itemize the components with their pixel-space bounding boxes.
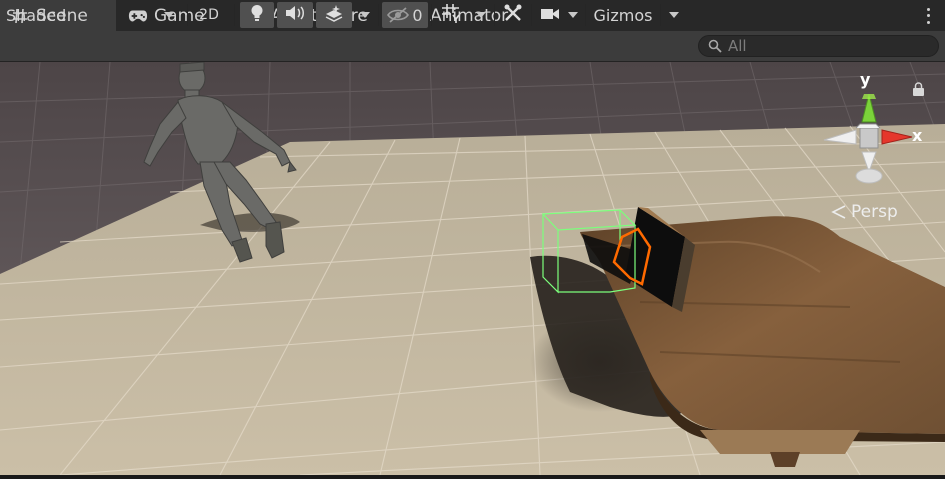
projection-label[interactable]: Persp bbox=[851, 202, 898, 222]
chevron-down-icon bbox=[360, 12, 370, 18]
chevron-down-icon bbox=[568, 12, 578, 18]
tools-toggle[interactable] bbox=[498, 2, 528, 28]
grid-dropdown[interactable] bbox=[470, 2, 492, 28]
shading-mode-dropdown[interactable]: Shaded bbox=[4, 2, 182, 28]
scene-search-field[interactable] bbox=[698, 35, 939, 57]
chevron-down-icon bbox=[476, 12, 486, 18]
toggle-2d-button[interactable]: 2D bbox=[192, 2, 226, 28]
effects-icon bbox=[324, 4, 344, 26]
effects-dropdown[interactable] bbox=[354, 2, 376, 28]
gizmos-dropdown[interactable] bbox=[663, 2, 685, 28]
chevron-down-icon bbox=[669, 12, 679, 18]
chevron-down-icon bbox=[164, 12, 174, 18]
axis-label-y[interactable]: y bbox=[860, 70, 870, 89]
visibility-icon bbox=[387, 7, 410, 23]
unity-scene-window: Scene Game Asset Store Animator Shaded bbox=[0, 0, 945, 479]
axis-label-x[interactable]: x bbox=[912, 126, 922, 145]
shading-mode-value: Shaded bbox=[6, 5, 67, 25]
camera-icon bbox=[540, 6, 560, 25]
scene-visibility-toggle[interactable]: 0 bbox=[382, 2, 428, 28]
lightbulb-icon bbox=[250, 4, 264, 26]
scene-viewport[interactable]: y x Persp bbox=[0, 62, 945, 475]
audio-toggle[interactable] bbox=[277, 2, 313, 28]
effects-toggle[interactable] bbox=[316, 2, 352, 28]
toggle-2d-label: 2D bbox=[199, 7, 219, 23]
tools-icon bbox=[503, 3, 523, 27]
search-input[interactable] bbox=[728, 37, 928, 55]
audio-icon bbox=[285, 5, 305, 25]
camera-dropdown[interactable] bbox=[564, 2, 582, 28]
window-bottom-edge bbox=[0, 475, 945, 479]
search-icon bbox=[708, 39, 722, 53]
gizmo-center-cube bbox=[859, 127, 879, 149]
hidden-count: 0 bbox=[412, 5, 423, 25]
camera-settings-button[interactable] bbox=[536, 2, 564, 28]
gizmos-button[interactable]: Gizmos bbox=[588, 2, 658, 28]
grid-toggle[interactable] bbox=[434, 2, 468, 28]
lighting-toggle[interactable] bbox=[240, 2, 274, 28]
more-options-icon[interactable] bbox=[923, 6, 933, 26]
gizmos-label: Gizmos bbox=[593, 5, 653, 25]
grid-icon bbox=[441, 3, 461, 27]
